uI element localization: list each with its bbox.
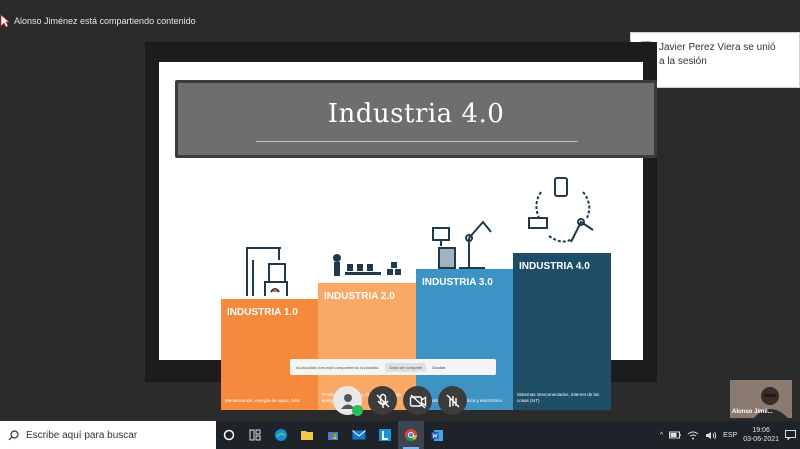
stop-sharing-button[interactable]: Dejar de compartir (385, 362, 427, 372)
iot-network-icon (528, 177, 594, 243)
participant-video[interactable]: Alonso Jimé... (730, 380, 792, 418)
task-view-button[interactable] (216, 421, 242, 449)
file-explorer-button[interactable] (294, 421, 320, 449)
clock-time: 19:06 (752, 427, 770, 434)
microphone-button[interactable] (368, 386, 397, 415)
steam-engine-icon (246, 247, 288, 296)
lync-button[interactable] (372, 421, 398, 449)
store-button[interactable] (320, 421, 346, 449)
mail-icon (352, 430, 366, 440)
slide-title: Industria 4.0 (327, 99, 505, 129)
widgets-button[interactable] (242, 421, 268, 449)
edge-icon (275, 429, 287, 441)
chrome-icon (405, 429, 417, 442)
system-tray: ^ ESP 19:06 03-06-2021 (660, 421, 796, 449)
notification-line-2: a la sesión (659, 56, 707, 67)
mail-button[interactable] (346, 421, 372, 449)
participant-name: Alonso Jimé... (732, 409, 773, 415)
widgets-icon (249, 429, 261, 441)
shared-screen: Industria 4.0 INDUSTRIA 1.0 Mecanización… (145, 42, 657, 410)
search-icon (8, 429, 19, 440)
chrome-button[interactable] (398, 421, 424, 449)
notification-line-1: Javier Perez Viera se unió (659, 42, 776, 53)
session-controls (333, 386, 467, 416)
share-banner-text: Alonso Jiménez está compartiendo conteni… (14, 16, 196, 26)
raise-hand-button[interactable] (438, 386, 467, 415)
assembly-line-icon (333, 254, 401, 276)
clock-date: 03-06-2021 (743, 436, 779, 443)
word-button[interactable] (424, 421, 450, 449)
hide-button[interactable]: Ocultar (432, 365, 445, 370)
screen-share-bar: us.bbcollab.com está compartiendo la pan… (290, 359, 496, 375)
slide-title-box: Industria 4.0 (175, 80, 657, 158)
chevron-up-icon[interactable]: ^ (660, 432, 663, 439)
share-cursor-icon (0, 14, 10, 28)
edge-button[interactable] (268, 421, 294, 449)
robot-arm-computer-icon (432, 220, 492, 269)
volume-icon[interactable] (705, 431, 717, 440)
status-available-icon (352, 405, 363, 416)
share-banner: Alonso Jiménez está compartiendo conteni… (0, 10, 196, 32)
industry-step-4: INDUSTRIA 4.0 Sistemas interconectados, … (513, 253, 611, 410)
taskbar-search[interactable]: Escribe aquí para buscar (0, 421, 216, 449)
industry-step-1: INDUSTRIA 1.0 Mecanización, energía de v… (221, 299, 319, 410)
step-desc-1: Mecanización, energía de vapor, telar (225, 398, 301, 403)
screen-share-text: us.bbcollab.com está compartiendo la pan… (296, 364, 380, 370)
step-title-3: INDUSTRIA 3.0 (422, 277, 493, 288)
mic-off-icon (376, 393, 389, 408)
taskbar: Escribe aquí para buscar ^ ESP 19:06 03-… (0, 421, 800, 449)
task-view-icon (223, 429, 235, 441)
lync-icon (379, 429, 391, 441)
my-status-button[interactable] (333, 386, 363, 416)
search-placeholder: Escribe aquí para buscar (26, 429, 138, 441)
word-icon (431, 429, 443, 441)
clock[interactable]: 19:06 03-06-2021 (743, 426, 779, 444)
wifi-icon[interactable] (687, 431, 699, 440)
step-title-4: INDUSTRIA 4.0 (519, 261, 590, 272)
store-icon (328, 432, 338, 440)
camera-off-icon (409, 393, 426, 409)
presentation-slide: Industria 4.0 INDUSTRIA 1.0 Mecanización… (159, 62, 657, 410)
camera-button[interactable] (403, 386, 432, 415)
file-explorer-icon (301, 431, 313, 440)
title-underline (256, 141, 578, 142)
language-indicator[interactable]: ESP (723, 432, 737, 439)
notifications-icon[interactable] (785, 430, 796, 440)
battery-icon[interactable] (669, 431, 681, 439)
raise-hand-off-icon (446, 394, 459, 407)
step-title-1: INDUSTRIA 1.0 (227, 307, 298, 318)
step-desc-4: Sistemas interconectados, internet de la… (517, 392, 600, 403)
step-title-2: INDUSTRIA 2.0 (324, 291, 395, 302)
